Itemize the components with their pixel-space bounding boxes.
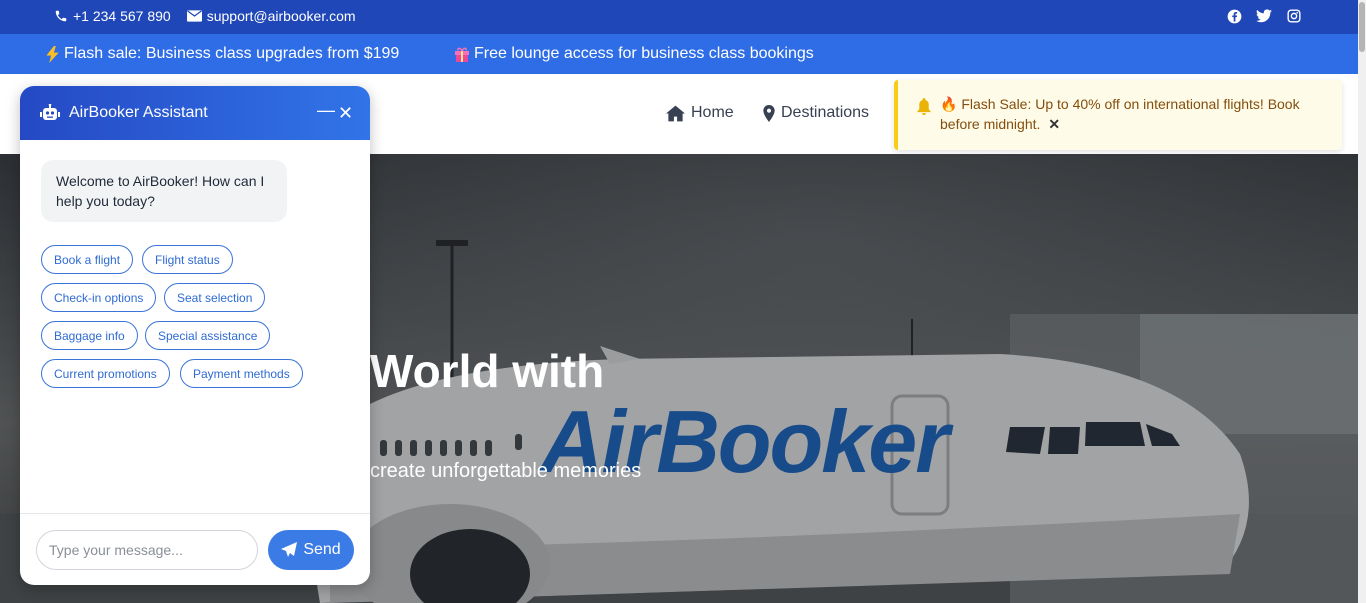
twitter-icon[interactable] (1256, 8, 1272, 24)
instagram-icon[interactable] (1286, 8, 1302, 24)
notification-message-wrap: 🔥 Flash Sale: Up to 40% off on internati… (940, 94, 1310, 134)
chat-message-input[interactable] (36, 530, 258, 570)
robot-icon (40, 104, 60, 120)
social-links (1226, 8, 1302, 24)
facebook-icon[interactable] (1226, 8, 1242, 24)
chip-baggage[interactable]: Baggage info (41, 321, 138, 350)
chip-seat-selection[interactable]: Seat selection (164, 283, 266, 312)
paper-plane-icon (281, 542, 298, 557)
promo-item-lounge[interactable]: Free lounge access for business class bo… (454, 45, 814, 63)
top-contact-bar: +1 234 567 890 support@airbooker.com (0, 0, 1358, 34)
chip-promotions[interactable]: Current promotions (41, 359, 170, 388)
phone-number: +1 234 567 890 (73, 8, 171, 24)
assistant-welcome-message: Welcome to AirBooker! How can I help you… (41, 160, 287, 222)
home-icon (666, 105, 685, 121)
promo-text: Free lounge access for business class bo… (474, 45, 814, 62)
chat-widget: AirBooker Assistant — ✕ Welcome to AirBo… (20, 86, 370, 585)
chip-payment-methods[interactable]: Payment methods (180, 359, 303, 388)
close-notification-button[interactable]: ✕ (1048, 116, 1060, 132)
phone-contact[interactable]: +1 234 567 890 (54, 8, 171, 24)
email-address: support@airbooker.com (206, 8, 356, 24)
chat-title: AirBooker Assistant (69, 104, 208, 121)
nav-home[interactable]: Home (666, 104, 734, 122)
notification-message: 🔥 Flash Sale: Up to 40% off on internati… (940, 96, 1300, 132)
lightning-icon (46, 45, 59, 63)
flash-sale-notification: 🔥 Flash Sale: Up to 40% off on internati… (894, 80, 1342, 150)
nav-destinations-label: Destinations (781, 104, 870, 121)
page-scrollbar[interactable] (1358, 0, 1366, 603)
promo-text: Flash sale: Business class upgrades from… (64, 45, 400, 62)
chat-footer: Send (20, 513, 370, 585)
contact-info: +1 234 567 890 support@airbooker.com (54, 8, 356, 24)
send-button[interactable]: Send (268, 530, 354, 570)
promo-item-flash-sale[interactable]: Flash sale: Business class upgrades from… (46, 45, 399, 63)
hero-title: World with (370, 345, 605, 397)
envelope-icon (186, 10, 202, 22)
nav-home-label: Home (691, 104, 734, 121)
send-label: Send (303, 541, 341, 558)
minimize-icon[interactable]: — (317, 100, 335, 121)
nav-destinations[interactable]: Destinations (763, 104, 869, 122)
chip-flight-status[interactable]: Flight status (142, 245, 233, 274)
chip-check-in[interactable]: Check-in options (41, 283, 157, 312)
email-contact[interactable]: support@airbooker.com (186, 8, 356, 24)
chip-special-assistance[interactable]: Special assistance (145, 321, 271, 350)
chat-header: AirBooker Assistant — ✕ (20, 86, 370, 140)
bell-icon (917, 98, 931, 115)
map-pin-icon (763, 104, 775, 122)
promo-ticker: Flash sale: Business class upgrades from… (0, 34, 1358, 74)
hero-subtitle: create unforgettable memories (370, 460, 642, 482)
gift-icon (455, 47, 469, 62)
scrollbar-thumb[interactable] (1359, 2, 1365, 52)
close-chat-icon[interactable]: ✕ (338, 103, 353, 124)
phone-icon (55, 10, 67, 22)
chip-book-flight[interactable]: Book a flight (41, 245, 134, 274)
